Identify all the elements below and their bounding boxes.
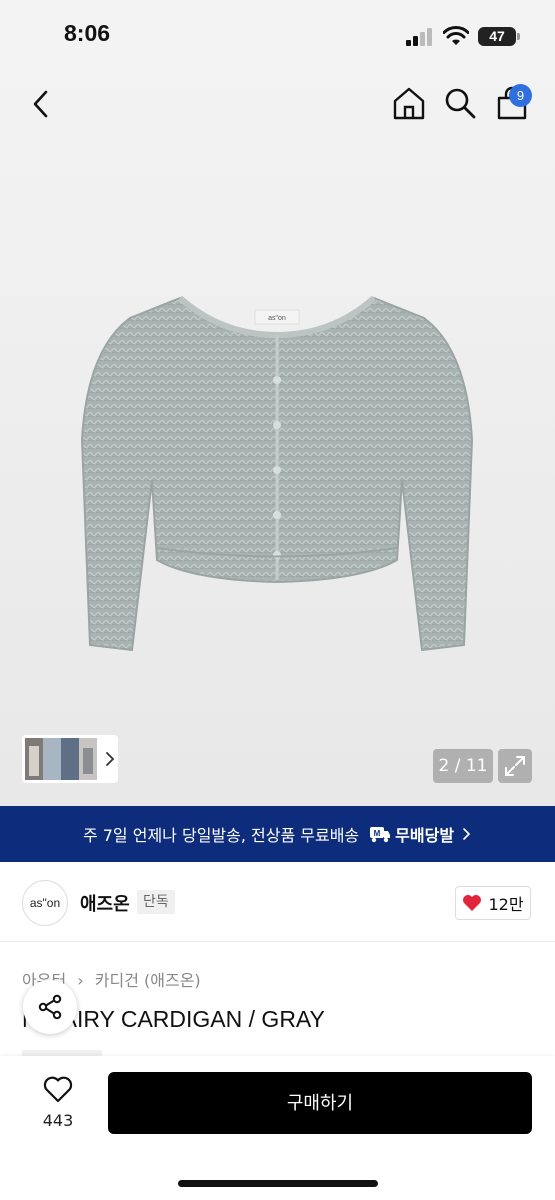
chevron-right-icon	[463, 828, 471, 840]
cellular-signal-icon	[406, 28, 432, 46]
product-image: as"on	[80, 295, 474, 652]
thumbnail-strip[interactable]	[22, 735, 118, 783]
expand-button[interactable]	[498, 749, 532, 783]
brand-name[interactable]: 애즈온	[80, 890, 130, 916]
thumbnail-images	[25, 738, 97, 780]
chevron-right-icon	[106, 752, 115, 766]
heart-outline-icon	[43, 1076, 73, 1103]
wishlist-count: 443	[42, 1111, 74, 1130]
garment-label-text: as"on	[268, 315, 286, 322]
banner-service-name: 무배당발	[395, 826, 455, 845]
delivery-truck-icon: M	[370, 827, 391, 843]
buy-button[interactable]: 구매하기	[108, 1072, 532, 1134]
banner-text: 주 7일 언제나 당일발송, 전상품 무료배송	[82, 826, 360, 845]
wishlist-button[interactable]: 443	[30, 1076, 86, 1136]
bottom-action-bar: 443 구매하기	[0, 1056, 555, 1200]
heart-filled-icon	[463, 895, 482, 911]
svg-text:M: M	[374, 829, 381, 838]
status-time: 8:06	[64, 20, 111, 46]
brand-like-button[interactable]: 12만	[455, 886, 531, 920]
home-indicator	[178, 1180, 378, 1187]
back-icon[interactable]	[26, 88, 56, 120]
exclusive-badge: 단독	[137, 890, 175, 914]
brand-like-count: 12만	[488, 895, 524, 914]
cart-count-badge: 9	[509, 84, 532, 107]
battery-indicator: 47	[478, 27, 520, 46]
wifi-icon	[443, 26, 469, 45]
search-icon[interactable]	[443, 86, 477, 120]
home-icon[interactable]	[391, 85, 427, 121]
expand-icon	[505, 756, 525, 776]
shipping-banner[interactable]: 주 7일 언제나 당일발송, 전상품 무료배송 M 무배당발	[0, 806, 555, 862]
brand-logo[interactable]: as"on	[22, 880, 68, 926]
breadcrumb-item[interactable]: 카디건 (애즈온)	[95, 971, 201, 990]
image-page-counter: 2 / 11	[433, 749, 493, 783]
share-button[interactable]	[23, 980, 77, 1034]
status-bar: 8:06 47	[0, 0, 555, 70]
brand-row: as"on 애즈온 단독 12만	[0, 862, 555, 942]
breadcrumb-separator-icon: ›	[77, 971, 84, 990]
share-icon	[38, 994, 62, 1020]
